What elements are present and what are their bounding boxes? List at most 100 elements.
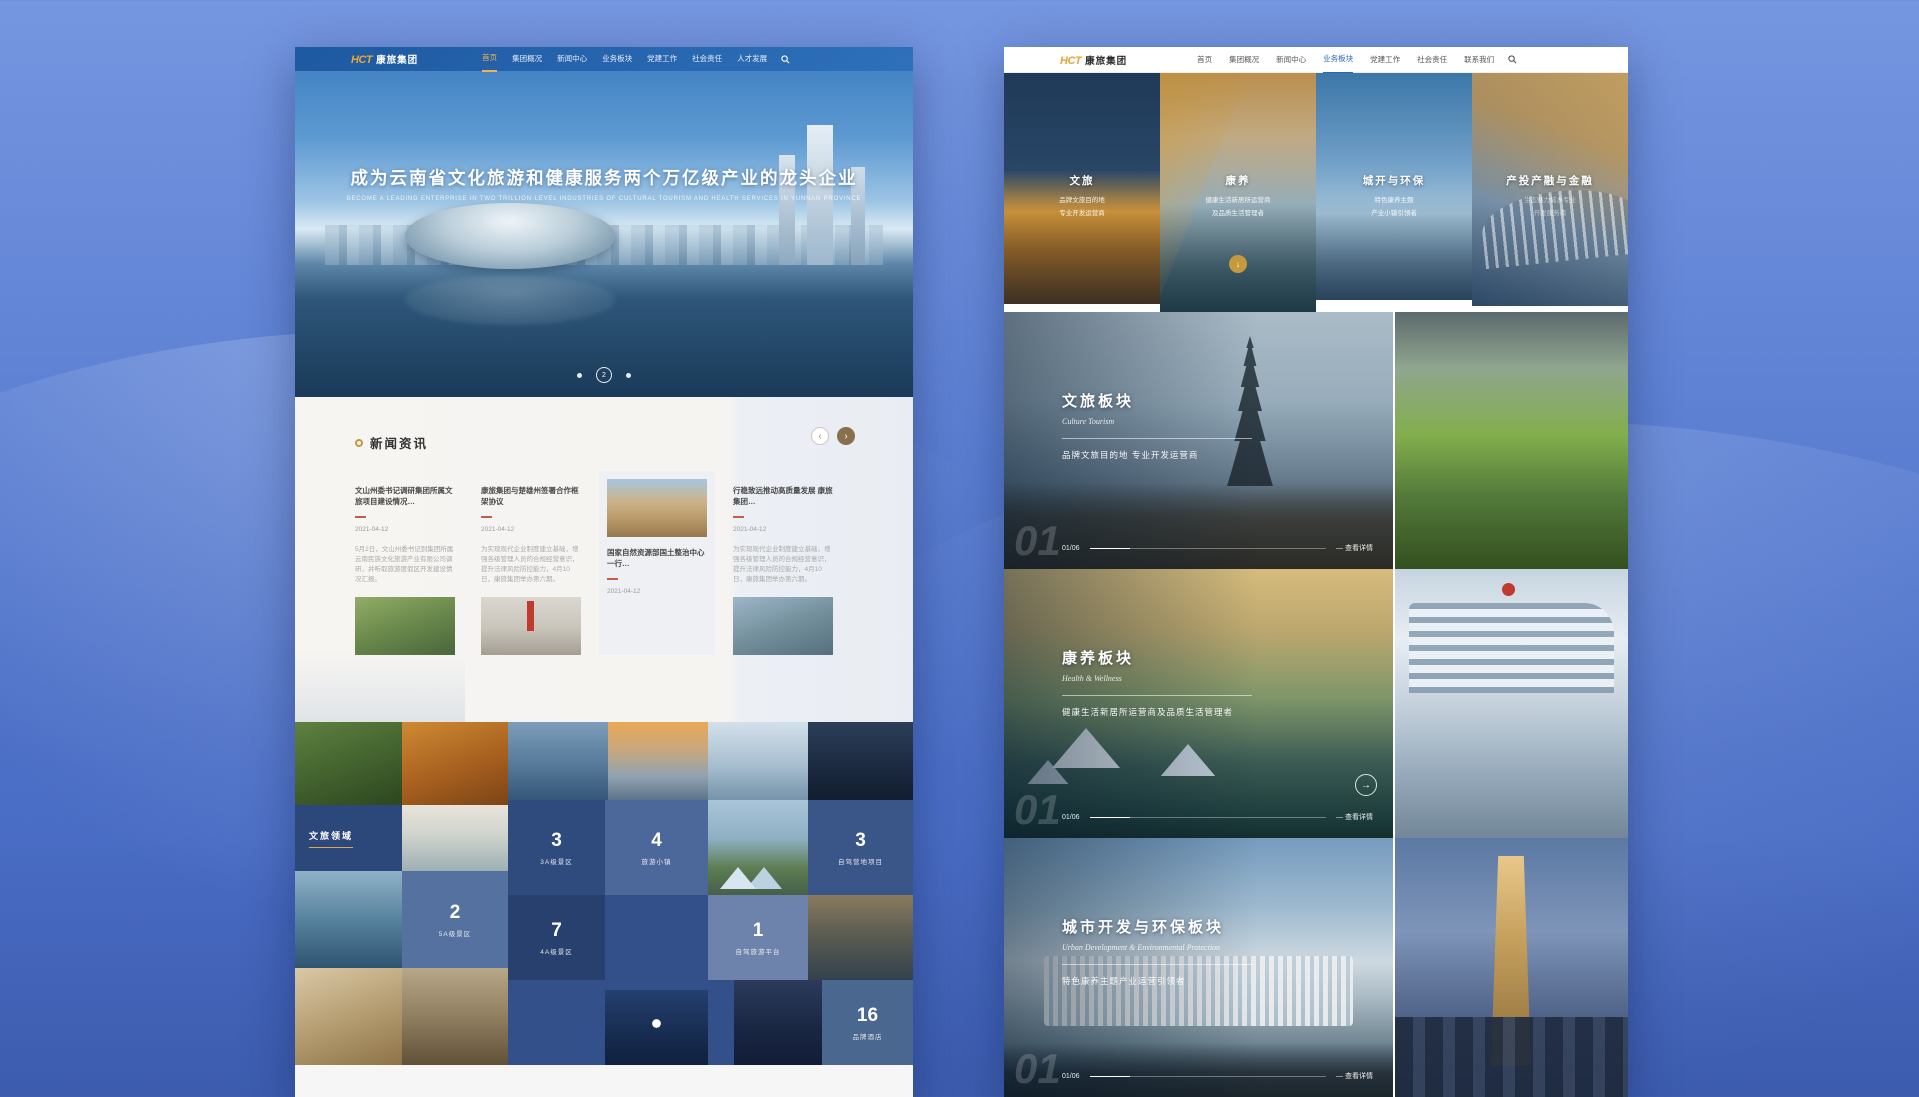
photo-tile-tents (708, 800, 808, 895)
stat-tile-4a-scenic[interactable]: 7 4A级景区 (508, 895, 605, 980)
nav-item-contact[interactable]: 联系我们 (1464, 47, 1494, 73)
stat-tile-tourism-town[interactable]: 4 旅游小镇 (605, 800, 708, 895)
hero-title: 成为云南省文化旅游和健康服务两个万亿级产业的龙头企业 (295, 165, 913, 190)
logo[interactable]: HCT 康旅集团 (1060, 53, 1127, 67)
main-nav: 首页 集团概况 新闻中心 业务板块 党建工作 社会责任 人才发展 (482, 47, 767, 72)
column-line2: 产业小镇引领者 (1316, 207, 1472, 217)
nav-item-responsibility[interactable]: 社会责任 (692, 47, 722, 71)
news-card-title[interactable]: 文山州委书记调研集团所属文旅项目建设情况… (355, 485, 455, 507)
search-icon[interactable] (781, 55, 790, 64)
area-label-tile[interactable]: 文旅领域 (295, 805, 402, 871)
stat-tile-camp-projects[interactable]: 3 自驾营地项目 (808, 800, 913, 895)
column-line1: 健康生活新居所运营商 (1160, 194, 1316, 204)
site-header: HCT 康旅集团 首页 集团概况 新闻中心 业务板块 党建工作 社会责任 人才发… (295, 47, 913, 71)
section-copy: 城市开发与环保板块 Urban Development & Environmen… (1062, 916, 1252, 987)
news-card[interactable]: 行稳致远推动高质量发展 康旅集团… 2021-04-12 为实现现代企业制度建立… (733, 485, 833, 655)
section-photo-tower-dusk[interactable] (1395, 838, 1628, 1097)
view-details-link[interactable]: 查看详情 (1336, 543, 1373, 553)
section-photo-tents-sunset[interactable]: 康养板块 Health & Wellness 健康生活新居所运营商及品质生活管理… (1004, 569, 1393, 838)
photo-tile-autumn (402, 722, 508, 805)
nav-item-business[interactable]: 业务板块 (602, 47, 632, 71)
nav-item-home[interactable]: 首页 (482, 47, 497, 72)
section-watermark-number: 01 (1014, 517, 1061, 565)
column-industry-finance[interactable]: 产投产融与金融 生态魅力城乡专业 开发服务商 (1472, 73, 1628, 306)
column-copy: 城开与环保 特色康养主题 产业小镇引领者 (1316, 173, 1472, 217)
nav-item-news[interactable]: 新闻中心 (557, 47, 587, 71)
hero-copy: 成为云南省文化旅游和健康服务两个万亿级产业的龙头企业 BECOME A LEAD… (295, 165, 913, 202)
section-watermark-number: 01 (1014, 786, 1061, 834)
stat-tile-5a-scenic[interactable]: 2 5A级景区 (402, 871, 508, 968)
nav-item-about[interactable]: 集团概况 (512, 47, 542, 71)
news-card-featured[interactable]: 国家自然资源部国土整治中心一行… 2021-04-12 (599, 471, 715, 655)
business-page-mockup: HCT 康旅集团 首页 集团概况 新闻中心 业务板块 党建工作 社会责任 联系我… (1004, 47, 1628, 1097)
divider (1062, 695, 1252, 696)
next-arrow-button[interactable]: › (837, 427, 855, 445)
photo-tile-village-night (734, 980, 822, 1065)
stat-tile-3a-scenic[interactable]: 3 3A级景区 (508, 800, 605, 895)
scroll-down-button[interactable]: ↓ (1229, 255, 1247, 273)
nav-item-party[interactable]: 党建工作 (1370, 47, 1400, 73)
landmark-building (405, 203, 615, 269)
pagination-dot[interactable] (626, 373, 631, 378)
stat-label: 旅游小镇 (642, 856, 672, 866)
section-copy: 文旅板块 Culture Tourism 品牌文旅目的地 专业开发运营商 (1062, 390, 1252, 461)
view-details-link[interactable]: 查看详情 (1336, 812, 1373, 822)
column-health-wellness[interactable]: 康养 健康生活新居所运营商 及品质生活管理者 ↓ (1160, 73, 1316, 312)
photo-tile-moon-night (605, 990, 708, 1065)
section-photo-pagoda[interactable]: 文旅板块 Culture Tourism 品牌文旅目的地 专业开发运营商 01 … (1004, 312, 1393, 569)
photo-tile-stone (295, 968, 402, 1065)
section-next-button[interactable]: → (1355, 774, 1377, 796)
view-details-link[interactable]: 查看详情 (1336, 1071, 1373, 1081)
news-card[interactable]: 康旅集团与楚雄州签署合作框架协议 2021-04-12 为实现现代企业制度建立基… (481, 485, 581, 655)
progress-bar[interactable] (1090, 548, 1327, 549)
logo[interactable]: HCT 康旅集团 (351, 52, 418, 66)
site-header: HCT 康旅集团 首页 集团概况 新闻中心 业务板块 党建工作 社会责任 联系我… (1004, 47, 1628, 73)
stat-number: 3 (551, 830, 562, 852)
nav-item-business[interactable]: 业务板块 (1323, 47, 1353, 74)
divider (355, 516, 366, 518)
stat-tile-selfdrive-platform[interactable]: 1 自驾旅游平台 (708, 895, 808, 980)
photo-tile-night-mountain (808, 722, 913, 800)
nav-item-about[interactable]: 集团概况 (1229, 47, 1259, 73)
nav-item-party[interactable]: 党建工作 (647, 47, 677, 71)
pager-count: 01/06 (1062, 814, 1080, 821)
section-description: 特色康养主题产业运营引领者 (1062, 975, 1252, 987)
news-card-title[interactable]: 康旅集团与楚雄州签署合作框架协议 (481, 485, 581, 507)
nav-item-responsibility[interactable]: 社会责任 (1417, 47, 1447, 73)
pagination-dot[interactable] (577, 373, 582, 378)
stat-tile-brand-hotels[interactable]: 16 品牌酒店 (822, 980, 913, 1065)
section-photo-waterfall[interactable]: 城市开发与环保板块 Urban Development & Environmen… (1004, 838, 1393, 1097)
photo-tile-lake (295, 871, 402, 968)
column-title: 康养 (1160, 173, 1316, 188)
nav-item-home[interactable]: 首页 (1197, 47, 1212, 73)
pagination-current[interactable]: 2 (596, 367, 612, 383)
column-line2: 开发服务商 (1472, 207, 1628, 217)
stat-label: 5A级景区 (439, 928, 471, 938)
column-culture-tourism[interactable]: 文旅 品牌文旅目的地 专业开发运营商 (1004, 73, 1160, 304)
hero-pagination: 2 (295, 367, 913, 383)
nav-item-talent[interactable]: 人才发展 (737, 47, 767, 71)
nav-item-news[interactable]: 新闻中心 (1276, 47, 1306, 73)
section-subtitle: Urban Development & Environmental Protec… (1062, 943, 1252, 952)
section-photo-green-fields[interactable] (1395, 312, 1628, 569)
progress-bar[interactable] (1090, 817, 1327, 818)
section-title: 康养板块 (1062, 647, 1252, 668)
news-card-title[interactable]: 国家自然资源部国土整治中心一行… (607, 547, 707, 569)
section-watermark-number: 01 (1014, 1045, 1061, 1093)
column-line1: 品牌文旅目的地 (1004, 194, 1160, 204)
logo-company-name: 康旅集团 (376, 52, 418, 66)
news-card-title[interactable]: 行稳致远推动高质量发展 康旅集团… (733, 485, 833, 507)
news-carousel-arrows: ‹ › (811, 427, 855, 445)
search-icon[interactable] (1508, 55, 1517, 64)
news-card[interactable]: 文山州委书记调研集团所属文旅项目建设情况… 2021-04-12 5月2日，文山… (355, 485, 455, 655)
prev-arrow-button[interactable]: ‹ (811, 427, 829, 445)
stat-number: 2 (450, 902, 461, 924)
column-copy: 文旅 品牌文旅目的地 专业开发运营商 (1004, 173, 1160, 217)
column-urban-environment[interactable]: 城开与环保 特色康养主题 产业小镇引领者 (1316, 73, 1472, 300)
progress-bar[interactable] (1090, 1076, 1327, 1077)
news-card-photo (481, 597, 581, 655)
divider (1062, 964, 1252, 965)
section-health-wellness: 康养板块 Health & Wellness 健康生活新居所运营商及品质生活管理… (1004, 569, 1628, 838)
section-photo-white-building[interactable] (1395, 569, 1628, 838)
news-card-date: 2021-04-12 (607, 588, 707, 595)
